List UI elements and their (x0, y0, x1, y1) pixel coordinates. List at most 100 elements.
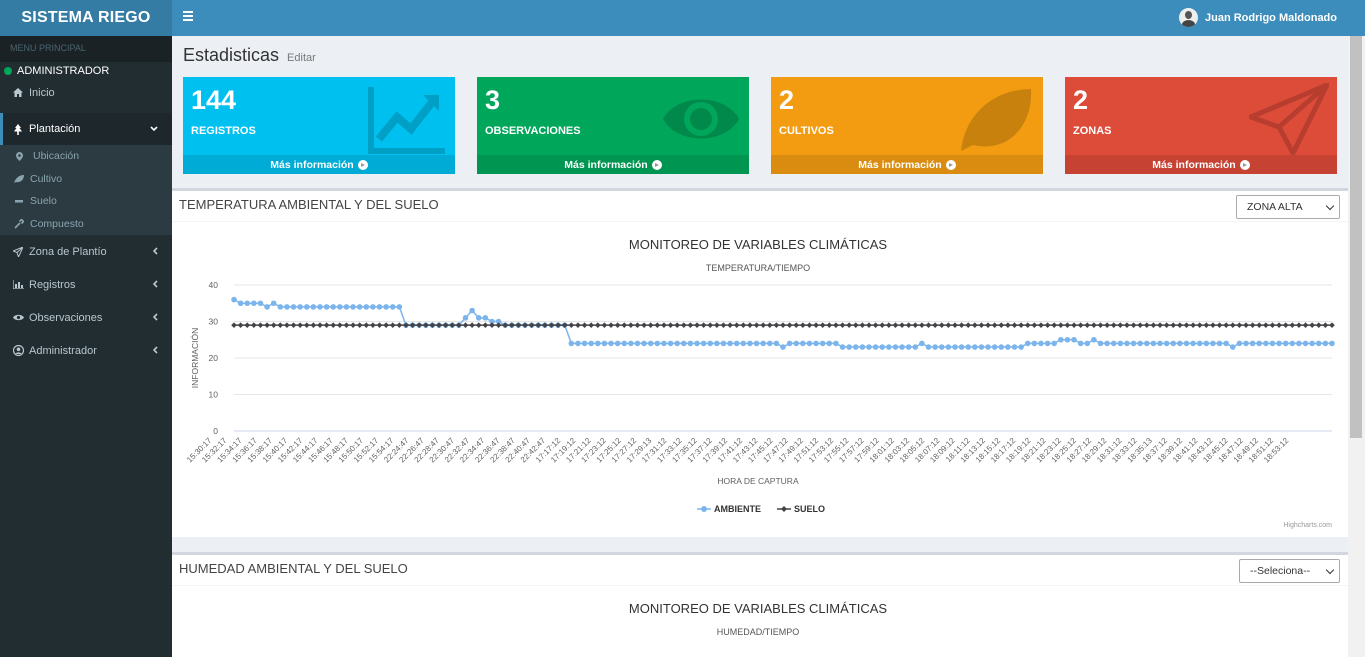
data-point (991, 344, 998, 350)
data-point (1216, 322, 1223, 328)
eye-icon (10, 314, 26, 321)
sidebar-item-observaciones[interactable]: Observaciones (0, 301, 172, 334)
data-point (1322, 340, 1329, 347)
data-point (879, 322, 886, 328)
data-point (1018, 344, 1024, 350)
data-point (290, 322, 297, 328)
data-point (1302, 340, 1309, 347)
data-point (244, 300, 251, 307)
user-status-label: ADMINISTRADOR (17, 65, 110, 77)
data-point (330, 322, 337, 328)
data-point (337, 322, 343, 328)
data-point (912, 322, 919, 328)
data-point (760, 322, 766, 328)
data-point (1216, 340, 1223, 347)
data-point (1309, 340, 1315, 347)
subitem-cultivo[interactable]: Cultivo (0, 168, 172, 191)
data-point (819, 322, 826, 328)
menu-header: MENU PRINCIPAL (0, 36, 172, 62)
subitem-compuesto[interactable]: Compuesto (0, 213, 172, 236)
data-point (932, 322, 938, 328)
data-point (303, 304, 310, 310)
data-point (396, 322, 403, 328)
data-point (1117, 322, 1124, 328)
data-point (647, 340, 654, 347)
stat-box-zonas: 2 ZONAS Más información (1065, 77, 1337, 174)
subitem-suelo[interactable]: Suelo (0, 190, 172, 213)
data-point (846, 344, 852, 350)
data-point (264, 322, 270, 328)
humidity-chart: MONITOREO DE VARIABLES CLIMÁTICAS HUMEDAD… (629, 601, 887, 637)
arrow-circle-right-icon (651, 159, 662, 170)
sidebar-toggle-icon[interactable] (183, 11, 193, 21)
more-info-link[interactable]: Más información (477, 155, 749, 174)
sidebar-item-plantacion[interactable]: Plantación (0, 113, 172, 145)
sidebar-item-label: Observaciones (29, 311, 103, 324)
sidebar-item-label: Administrador (29, 344, 97, 357)
scrollbar-thumb[interactable] (1350, 36, 1362, 438)
data-point (846, 322, 852, 328)
chart-subtitle: TEMPERATURA/TIEMPO (706, 263, 810, 273)
x-axis-title: HORA DE CAPTURA (717, 476, 799, 486)
sidebar-item-administrador[interactable]: Administrador (0, 334, 172, 367)
data-point (859, 322, 866, 328)
data-point (1084, 322, 1091, 328)
data-point (800, 340, 806, 347)
data-point (343, 304, 350, 310)
chart-credit: Highcharts.com (1283, 522, 1332, 529)
stat-label: REGISTROS (191, 125, 256, 137)
page-scrollbar[interactable] (1348, 36, 1365, 657)
app-logo[interactable]: SISTEMA RIEGO (0, 0, 172, 36)
data-point (1150, 340, 1157, 347)
y-tick-label: 10 (209, 390, 219, 400)
data-point (1315, 340, 1322, 347)
chevron-left-icon (152, 345, 158, 357)
stat-box-observaciones: 3 OBSERVACIONES Más información (477, 77, 749, 174)
data-point (383, 304, 389, 310)
data-point (839, 322, 846, 328)
data-point (581, 322, 588, 328)
data-point (614, 322, 621, 328)
data-point (707, 322, 714, 328)
data-point (350, 322, 356, 328)
sidebar-item-inicio[interactable]: Inicio (0, 80, 172, 105)
data-point (833, 340, 839, 347)
subitem-label: Ubicación (33, 150, 80, 163)
data-point (297, 322, 303, 328)
data-point (1163, 322, 1170, 328)
data-point (833, 322, 839, 328)
data-point (905, 322, 912, 328)
user-menu[interactable]: Juan Rodrigo Maldonado (1179, 8, 1337, 27)
more-info-link[interactable]: Más información (1065, 155, 1337, 174)
data-point (912, 344, 919, 350)
chart-title: MONITOREO DE VARIABLES CLIMÁTICAS (629, 601, 887, 616)
data-point (376, 322, 383, 328)
data-point (687, 340, 694, 347)
sidebar-item-zona-plantio[interactable]: Zona de Plantío (0, 235, 172, 268)
sidebar-item-registros[interactable]: Registros (0, 268, 172, 301)
eyedropper-icon (13, 218, 25, 229)
data-point (641, 340, 647, 347)
data-point (813, 322, 819, 328)
data-point (237, 322, 244, 328)
data-point (284, 322, 290, 328)
data-point (1130, 340, 1137, 347)
more-info-link[interactable]: Más información (771, 155, 1043, 174)
chart-subtitle: HUMEDAD/TIEMPO (717, 627, 800, 637)
data-point (568, 322, 575, 328)
more-info-label: Más información (564, 158, 648, 171)
more-info-link[interactable]: Más información (183, 155, 455, 174)
stat-box-registros: 144 REGISTROS Más información (183, 77, 455, 174)
data-point (1071, 336, 1077, 343)
temperature-panel: TEMPERATURA AMBIENTAL Y DEL SUELO ZONA A… (172, 188, 1348, 537)
data-point (389, 322, 396, 328)
data-point (925, 344, 932, 350)
data-point (1170, 322, 1177, 328)
data-point (462, 315, 469, 321)
data-point (892, 322, 899, 328)
data-point (800, 322, 806, 328)
data-point (952, 322, 958, 328)
subitem-ubicacion[interactable]: Ubicación (0, 145, 172, 168)
data-point (1031, 322, 1038, 328)
line-chart-icon (368, 87, 445, 154)
